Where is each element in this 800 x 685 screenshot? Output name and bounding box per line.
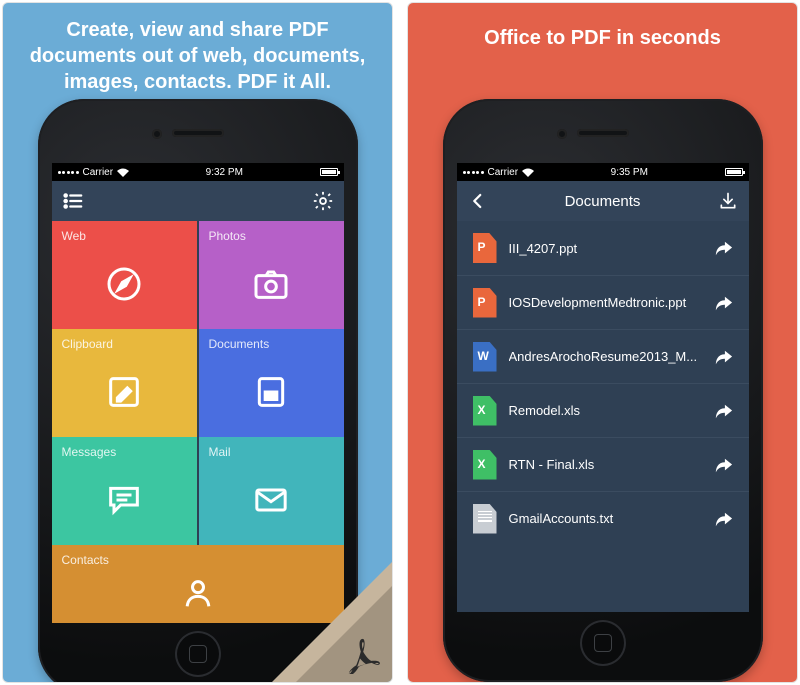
file-name: IOSDevelopmentMedtronic.ppt bbox=[509, 295, 701, 310]
file-row[interactable]: P III_4207.ppt bbox=[457, 221, 749, 275]
tile-mail[interactable]: Mail bbox=[197, 437, 344, 545]
file-type-icon: P bbox=[473, 288, 497, 318]
screenshot-panel-left: Create, view and share PDF documents out… bbox=[2, 2, 393, 683]
phone-screen-left: Carrier 9:32 PM bbox=[52, 163, 344, 623]
adobe-pdf-icon bbox=[342, 634, 382, 674]
phone-frame-right: Carrier 9:35 PM Documents PIII_4207.pptP… bbox=[443, 99, 763, 682]
signal-icon bbox=[463, 171, 484, 174]
back-icon[interactable] bbox=[467, 190, 489, 212]
nav-bar bbox=[52, 181, 344, 221]
file-type-icon bbox=[473, 504, 497, 534]
file-name: Remodel.xls bbox=[509, 403, 701, 418]
file-type-icon: P bbox=[473, 233, 497, 263]
share-icon[interactable] bbox=[713, 239, 735, 257]
file-row[interactable]: P IOSDevelopmentMedtronic.ppt bbox=[457, 275, 749, 329]
headline-right: Office to PDF in seconds bbox=[466, 3, 739, 99]
phone-screen-right: Carrier 9:35 PM Documents PIII_4207.pptP… bbox=[457, 163, 749, 612]
share-icon[interactable] bbox=[713, 510, 735, 528]
tile-messages[interactable]: Messages bbox=[52, 437, 197, 545]
tile-label: Photos bbox=[209, 229, 334, 243]
screenshot-panel-right: Office to PDF in seconds Carrier 9:35 PM… bbox=[407, 2, 798, 683]
document-icon bbox=[209, 357, 334, 427]
file-type-icon: W bbox=[473, 342, 497, 372]
carrier-label: Carrier bbox=[83, 167, 114, 178]
status-bar: Carrier 9:35 PM bbox=[457, 163, 749, 181]
wifi-icon bbox=[117, 168, 129, 177]
file-row[interactable]: GmailAccounts.txt bbox=[457, 491, 749, 545]
file-type-icon: X bbox=[473, 396, 497, 426]
mail-icon bbox=[209, 465, 334, 535]
file-row[interactable]: W AndresArochoResume2013_M... bbox=[457, 329, 749, 383]
share-icon[interactable] bbox=[713, 456, 735, 474]
tile-label: Clipboard bbox=[62, 337, 187, 351]
tile-label: Mail bbox=[209, 445, 334, 459]
carrier-label: Carrier bbox=[488, 167, 519, 178]
page-curl bbox=[272, 562, 392, 682]
file-name: III_4207.ppt bbox=[509, 241, 701, 256]
file-row[interactable]: X Remodel.xls bbox=[457, 383, 749, 437]
tile-clipboard[interactable]: Clipboard bbox=[52, 329, 197, 437]
battery-icon bbox=[725, 168, 743, 176]
home-button[interactable] bbox=[580, 620, 626, 666]
status-bar: Carrier 9:32 PM bbox=[52, 163, 344, 181]
file-type-icon: X bbox=[473, 450, 497, 480]
wifi-icon bbox=[522, 168, 534, 177]
tile-web[interactable]: Web bbox=[52, 221, 197, 329]
tile-documents[interactable]: Documents bbox=[197, 329, 344, 437]
tile-label: Web bbox=[62, 229, 187, 243]
share-icon[interactable] bbox=[713, 294, 735, 312]
gear-icon[interactable] bbox=[312, 190, 334, 212]
clock-label: 9:35 PM bbox=[611, 167, 648, 178]
tile-label: Messages bbox=[62, 445, 187, 459]
file-name: RTN - Final.xls bbox=[509, 457, 701, 472]
file-list[interactable]: P III_4207.ppt P IOSDevelopmentMedtronic.pp… bbox=[457, 221, 749, 612]
share-icon[interactable] bbox=[713, 348, 735, 366]
tile-label: Documents bbox=[209, 337, 334, 351]
home-button[interactable] bbox=[175, 631, 221, 677]
compass-icon bbox=[62, 249, 187, 319]
list-icon[interactable] bbox=[62, 190, 84, 212]
nav-title: Documents bbox=[565, 193, 641, 210]
file-row[interactable]: X RTN - Final.xls bbox=[457, 437, 749, 491]
signal-icon bbox=[58, 171, 79, 174]
battery-icon bbox=[320, 168, 338, 176]
download-icon[interactable] bbox=[717, 190, 739, 212]
share-icon[interactable] bbox=[713, 402, 735, 420]
nav-bar: Documents bbox=[457, 181, 749, 221]
note-edit-icon bbox=[62, 357, 187, 427]
camera-icon bbox=[209, 249, 334, 319]
file-name: GmailAccounts.txt bbox=[509, 511, 701, 526]
file-name: AndresArochoResume2013_M... bbox=[509, 349, 701, 364]
tile-photos[interactable]: Photos bbox=[197, 221, 344, 329]
headline-left: Create, view and share PDF documents out… bbox=[3, 3, 392, 99]
chat-icon bbox=[62, 465, 187, 535]
clock-label: 9:32 PM bbox=[206, 167, 243, 178]
